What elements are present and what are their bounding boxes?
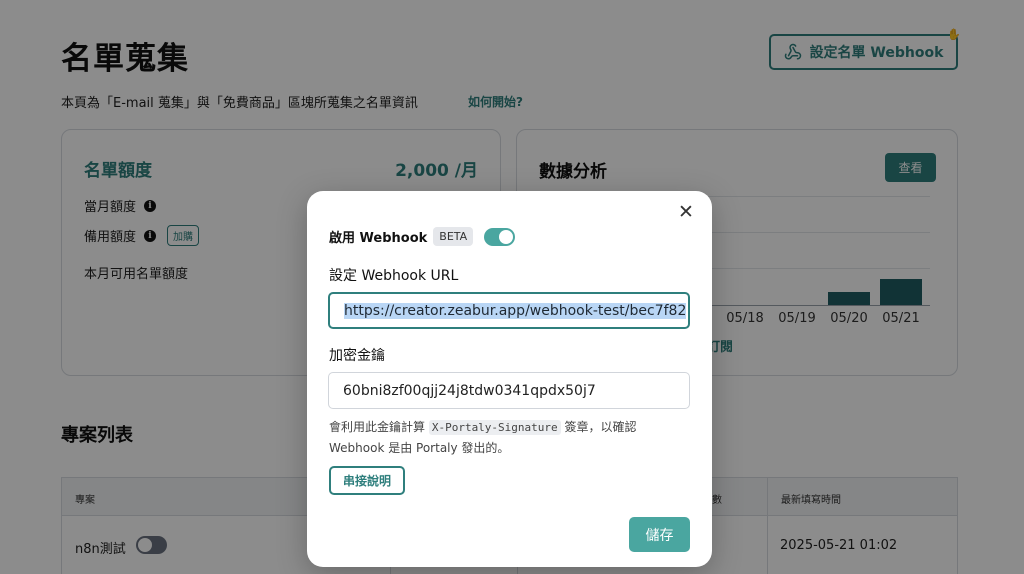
secret-key-value: 60bni8zf00qjj24j8tdw0341qpdx50j7 [343, 382, 596, 399]
enable-webhook-label: 啟用 Webhook [329, 231, 428, 246]
webhook-url-value: https://creator.zeabur.app/webhook-test/… [344, 302, 687, 319]
hint-prefix: 會利用此金鑰計算 [329, 420, 429, 434]
beta-badge: BETA [433, 227, 474, 246]
enable-webhook-toggle[interactable] [484, 227, 516, 246]
secret-key-input[interactable]: 60bni8zf00qjj24j8tdw0341qpdx50j7 [328, 372, 690, 409]
page: 名單蒐集 設定名單 Webhook ✋ 本頁為「E-mail 蒐集」與「免費商品… [0, 0, 1024, 574]
webhook-url-label: 設定 Webhook URL [329, 268, 459, 284]
integration-docs-button[interactable]: 串接說明 [329, 466, 405, 495]
secret-key-label: 加密金鑰 [329, 348, 385, 364]
signature-hint: 會利用此金鑰計算 X-Portaly-Signature 簽章，以確認 Webh… [329, 417, 689, 458]
signature-header-code: X-Portaly-Signature [428, 420, 561, 435]
close-icon[interactable]: ✕ [677, 201, 695, 223]
webhook-modal: ✕ 啟用 Webhook BETA 設定 Webhook URL https:/… [307, 191, 712, 567]
enable-webhook-row: 啟用 Webhook BETA [329, 227, 516, 246]
webhook-url-input[interactable]: https://creator.zeabur.app/webhook-test/… [328, 292, 690, 329]
save-button[interactable]: 儲存 [629, 517, 690, 552]
